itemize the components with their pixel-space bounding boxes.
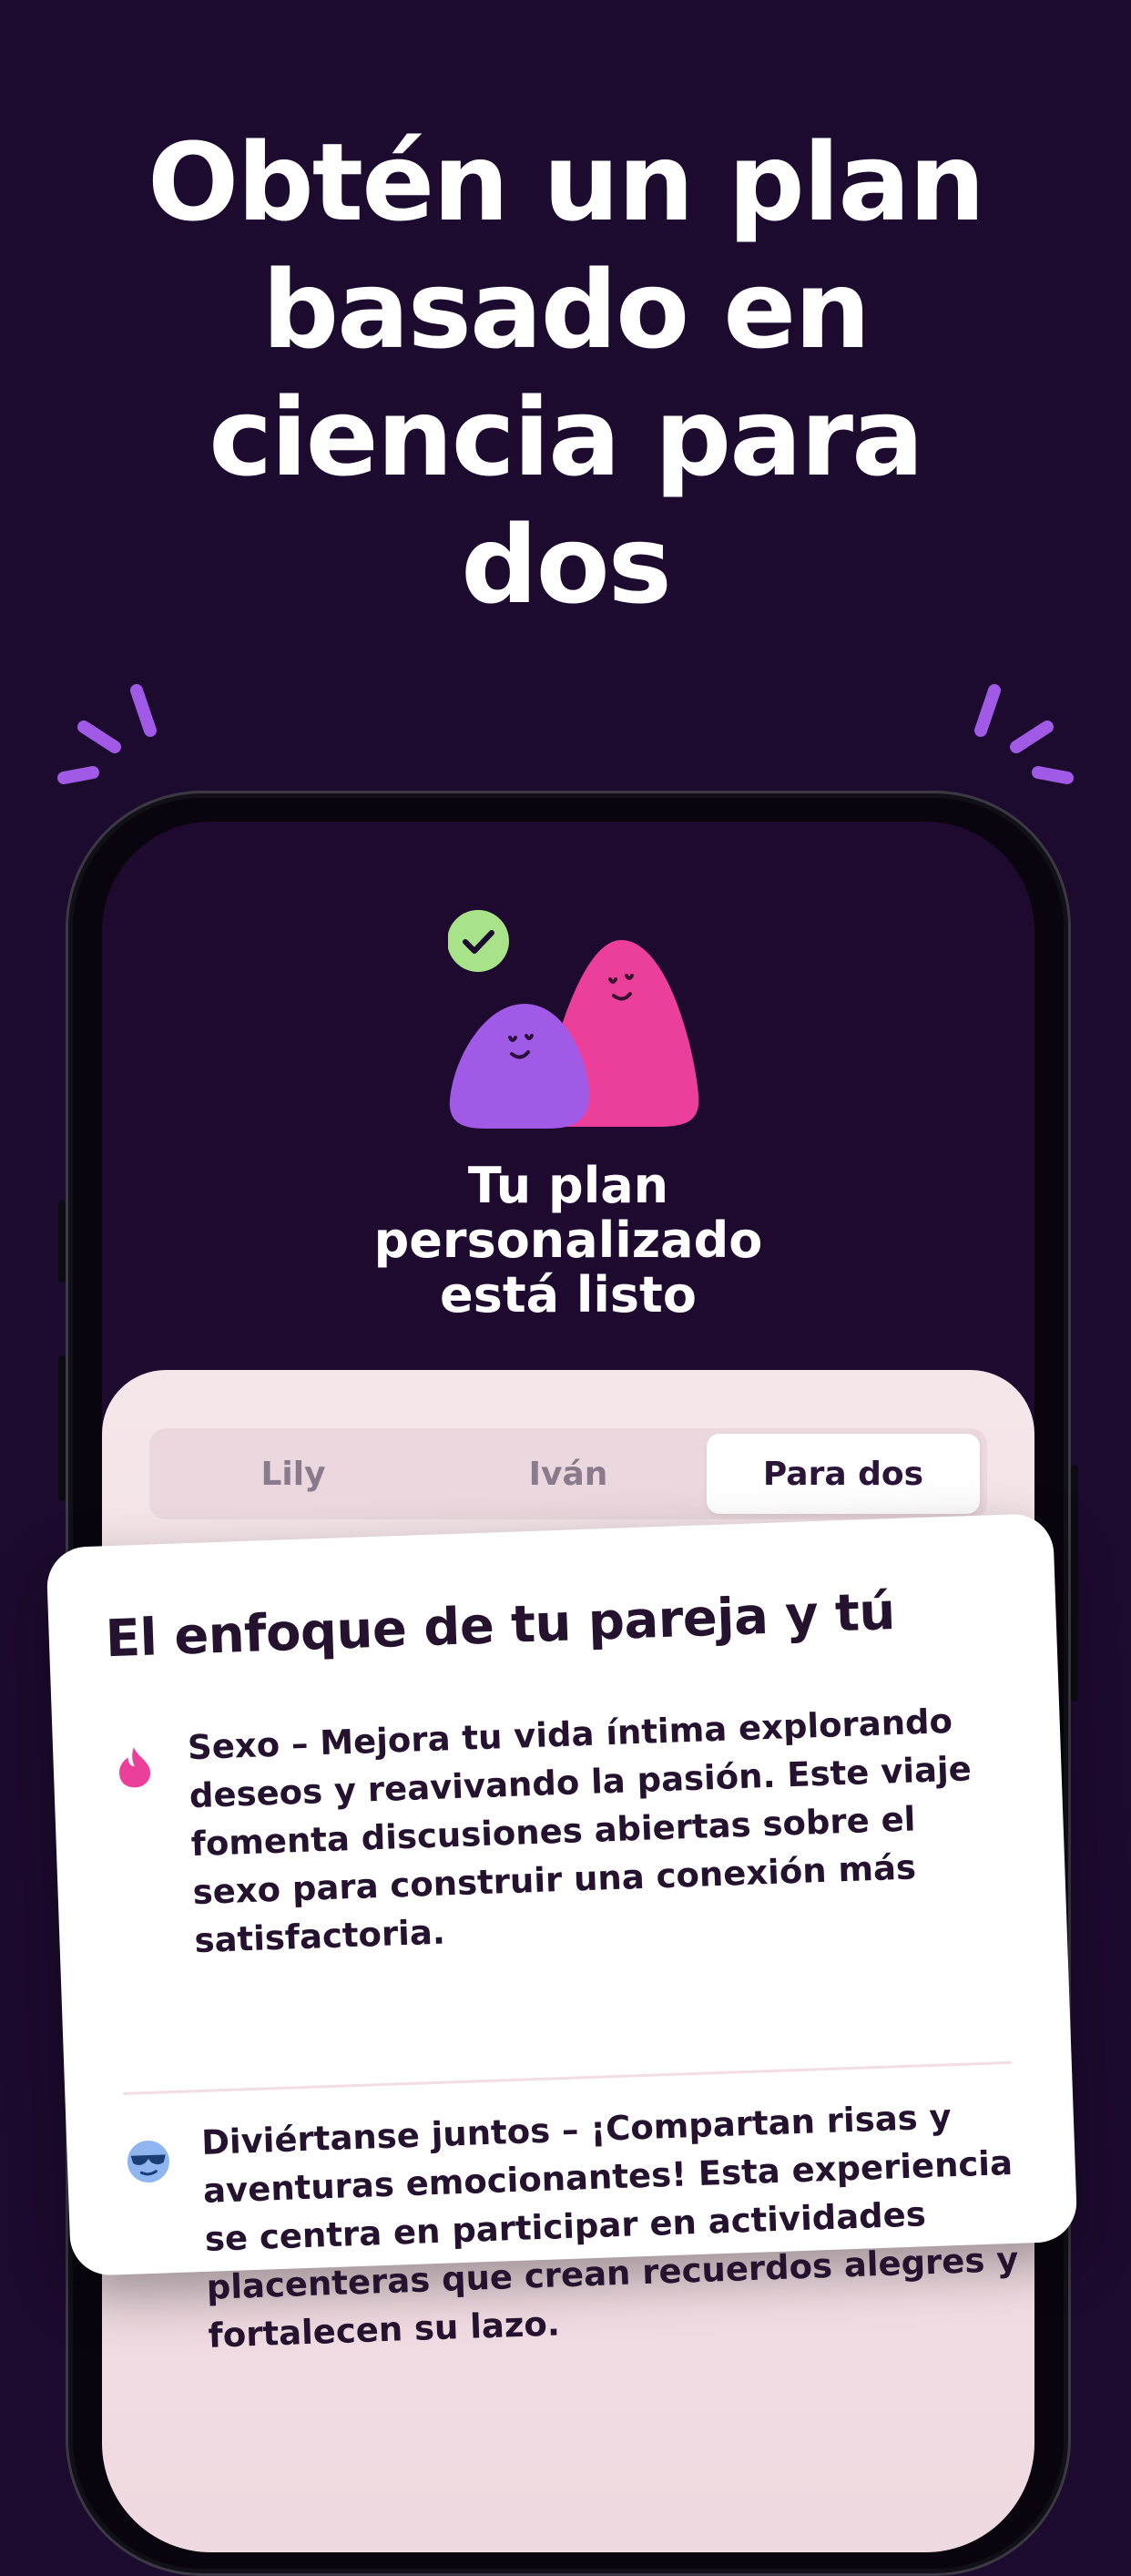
headline-line-3: ciencia para (209, 374, 923, 500)
cool-face-icon (127, 2141, 169, 2183)
focus-item-sexo: Sexo – Mejora tu vida íntima explorando … (110, 1695, 1011, 1960)
card-divider (123, 2060, 1012, 2095)
phone-side-button (1071, 1465, 1078, 1702)
sparkle-right-icon (974, 684, 1074, 784)
focus-item-diviertanse: Diviértanse juntos – ¡Compartan risas y … (124, 2090, 1024, 2356)
plan-title-line-2: personalizado (373, 1211, 763, 1269)
tab-ivan[interactable]: Iván (432, 1434, 705, 1514)
focus-item-text: Sexo – Mejora tu vida íntima explorando … (187, 1701, 973, 1961)
tab-lily[interactable]: Lily (157, 1434, 430, 1514)
plan-title-line-3: está listo (440, 1266, 697, 1324)
plan-tabs: Lily Iván Para dos (149, 1428, 987, 1519)
headline: Obtén un plan basado en ciencia para dos (0, 118, 1131, 629)
couple-blobs-icon (448, 910, 699, 1129)
plan-ready-title: Tu plan personalizado está listo (102, 1159, 1034, 1323)
focus-card: El enfoque de tu pareja y tú Sexo – Mejo… (46, 1512, 1078, 2356)
headline-line-2: basado en (261, 247, 871, 373)
sparkle-left-icon (57, 684, 157, 784)
headline-line-4: dos (461, 502, 672, 628)
plan-title-line-1: Tu plan (467, 1157, 669, 1214)
focus-card-title: El enfoque de tu pareja y tú (104, 1582, 896, 1670)
focus-item-text: Diviértanse juntos – ¡Compartan risas y … (200, 2097, 1020, 2356)
flame-icon (119, 1747, 151, 1788)
phone-side-button (58, 1355, 66, 1501)
phone-side-button (58, 1201, 66, 1283)
headline-line-1: Obtén un plan (148, 119, 985, 245)
tab-para-dos[interactable]: Para dos (707, 1434, 980, 1514)
